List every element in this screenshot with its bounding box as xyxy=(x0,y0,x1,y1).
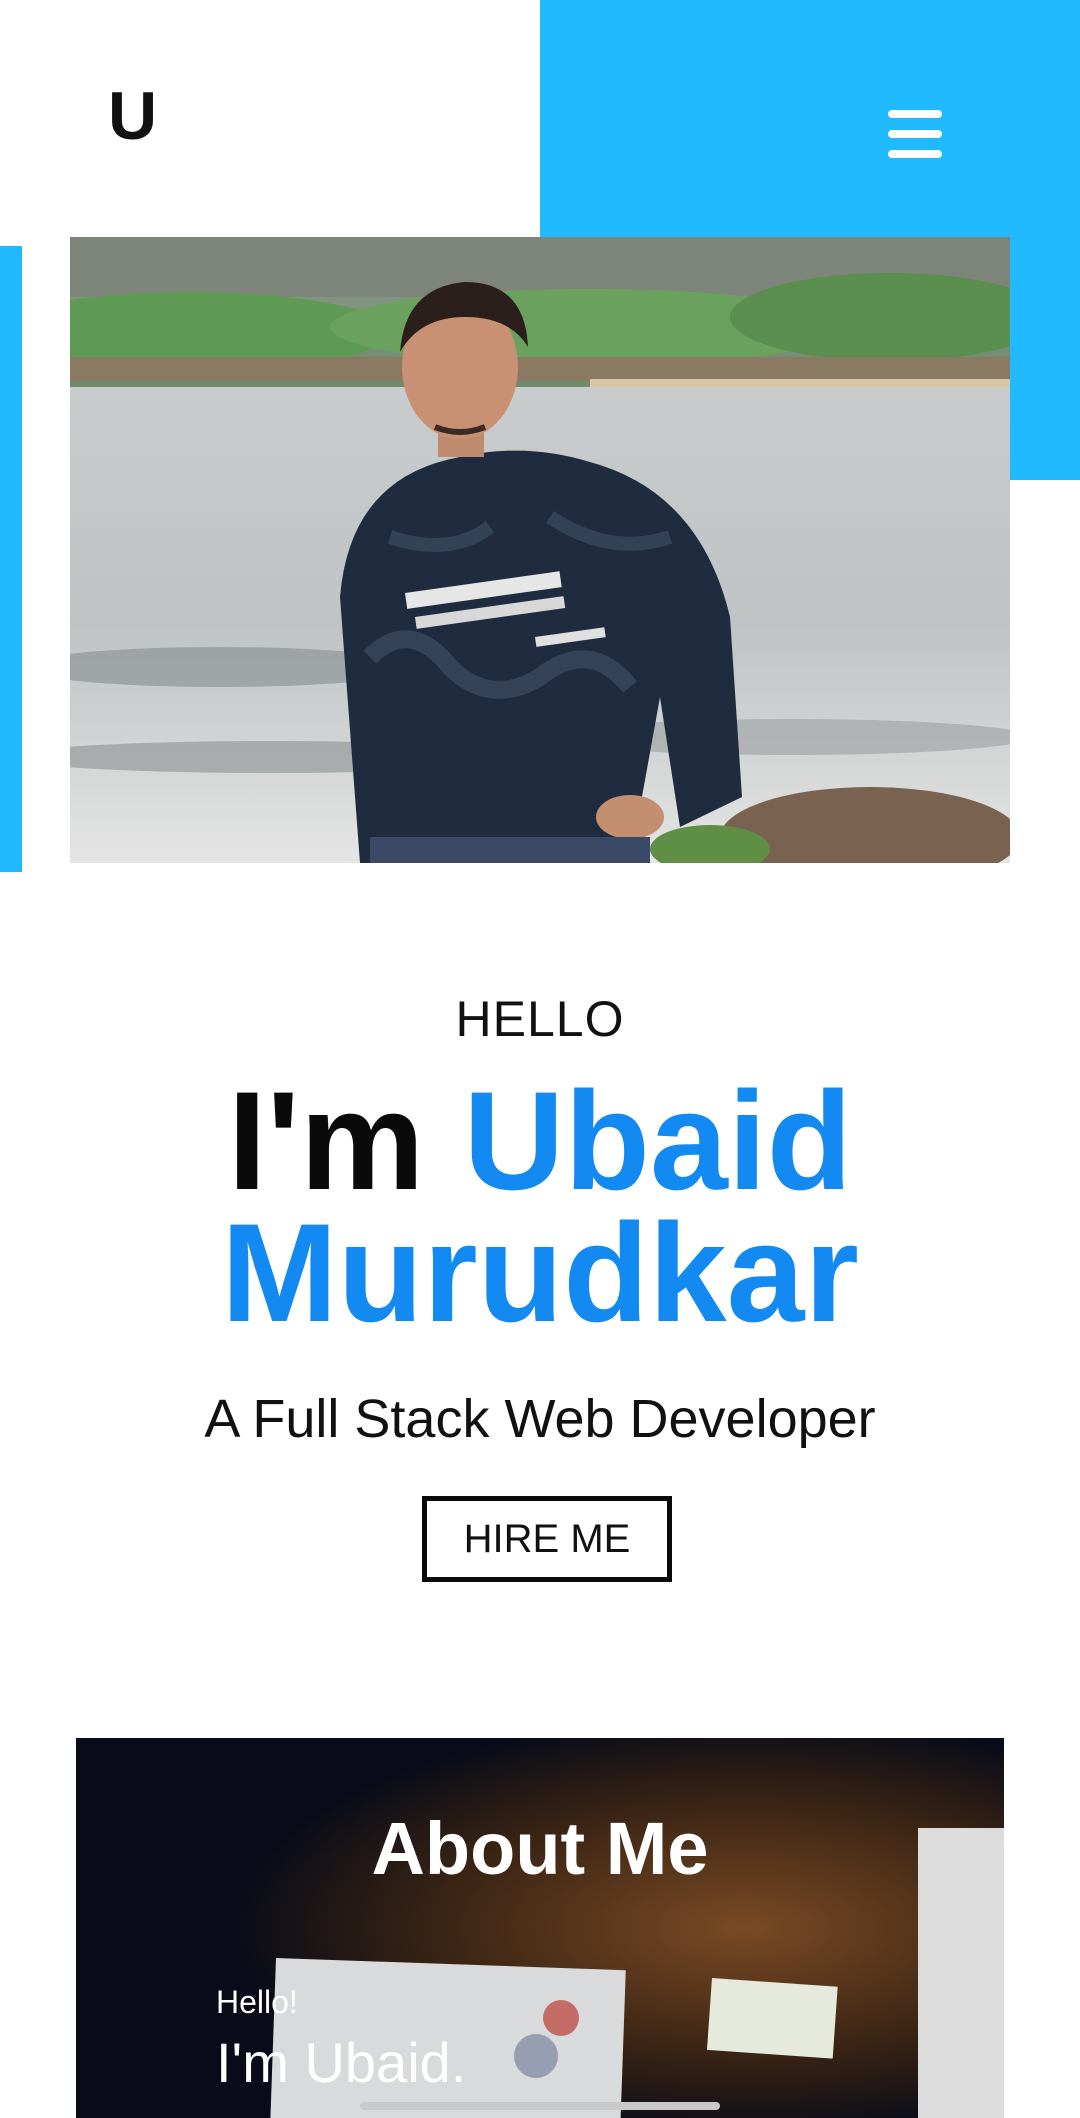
decorative-blue-bar xyxy=(0,246,22,872)
menu-bar xyxy=(888,110,942,118)
hero-greeting: HELLO xyxy=(455,991,625,1047)
hero-name-heading: I'm Ubaid Murudkar xyxy=(0,1071,1080,1343)
about-section: About Me Hello! I'm Ubaid. xyxy=(76,1738,1004,2118)
hire-me-button[interactable]: HIRE ME xyxy=(422,1496,672,1582)
about-hello: Hello! xyxy=(216,1984,298,2020)
site-logo[interactable]: U xyxy=(108,82,157,150)
profile-photo xyxy=(70,237,1010,863)
portfolio-page: U HELLO I'm Ubaid Murudkar A Full Stack … xyxy=(0,0,1080,2118)
menu-bar xyxy=(888,130,942,138)
about-title: About Me xyxy=(371,1807,709,1890)
hamburger-menu-icon[interactable] xyxy=(888,110,942,158)
name-last: Murudkar xyxy=(221,1194,859,1351)
about-intro: I'm Ubaid. xyxy=(216,2031,467,2094)
menu-bar xyxy=(888,150,942,158)
hero-role: A Full Stack Web Developer xyxy=(204,1389,876,1449)
home-indicator[interactable] xyxy=(360,2102,720,2110)
